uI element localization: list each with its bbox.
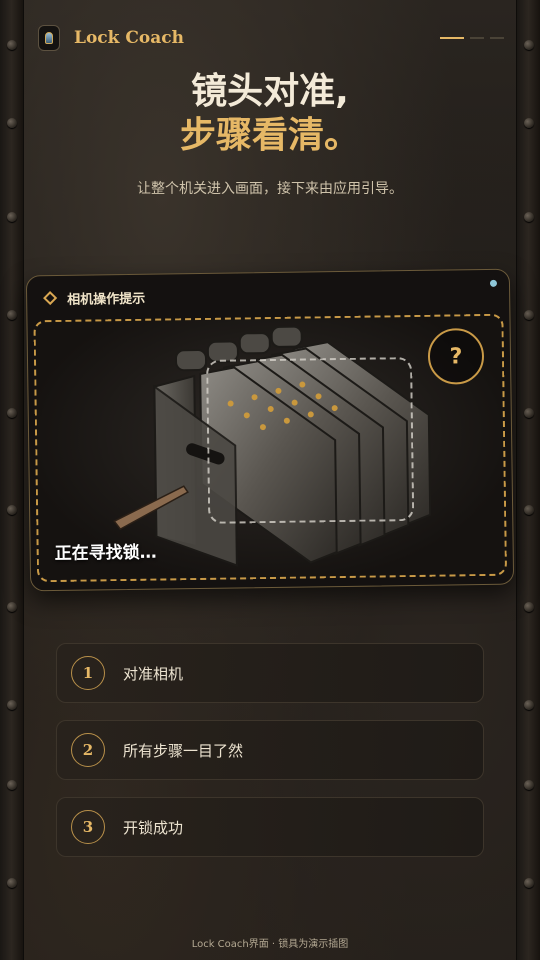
camera-viewport[interactable]: ? 正在寻找锁… [33, 313, 508, 583]
step-item-2: 2 所有步骤一目了然 [56, 720, 484, 780]
step-number: 2 [71, 733, 105, 767]
card-title: 相机操作提示 [67, 291, 146, 308]
step-number: 3 [71, 810, 105, 844]
scan-status: 正在寻找锁… [54, 542, 157, 565]
step-label: 所有步骤一目了然 [123, 741, 244, 760]
hero-title-line1: 镜头对准, [191, 71, 349, 112]
app-header: Lock Coach [38, 22, 504, 54]
camera-tip-card: 相机操作提示 ? 正在寻找锁… [25, 268, 515, 592]
status-dot [489, 279, 498, 287]
app-title: Lock Coach [74, 28, 184, 48]
progress-dash [470, 37, 484, 39]
scan-frame [206, 357, 415, 524]
progress-dash-active [440, 37, 464, 39]
progress-dash [490, 37, 504, 39]
hero-title-line2: 步骤看清。 [179, 115, 360, 156]
step-label: 对准相机 [123, 664, 184, 683]
onboarding-progress [440, 37, 504, 39]
hero-subtitle: 让整个机关进入画面，接下来由应用引导。 [137, 181, 403, 197]
hero-title: 镜头对准, 步骤看清。 [0, 70, 540, 158]
step-item-3: 3 开锁成功 [56, 797, 484, 857]
step-number: 1 [71, 656, 105, 690]
lantern-icon [38, 25, 60, 51]
step-item-1: 1 对准相机 [56, 643, 484, 703]
card-header: 相机操作提示 [27, 270, 510, 321]
step-label: 开锁成功 [123, 818, 184, 837]
footer-caption: Lock Coach界面 · 锁具为演示插图 [191, 939, 349, 950]
diamond-icon [43, 290, 58, 306]
